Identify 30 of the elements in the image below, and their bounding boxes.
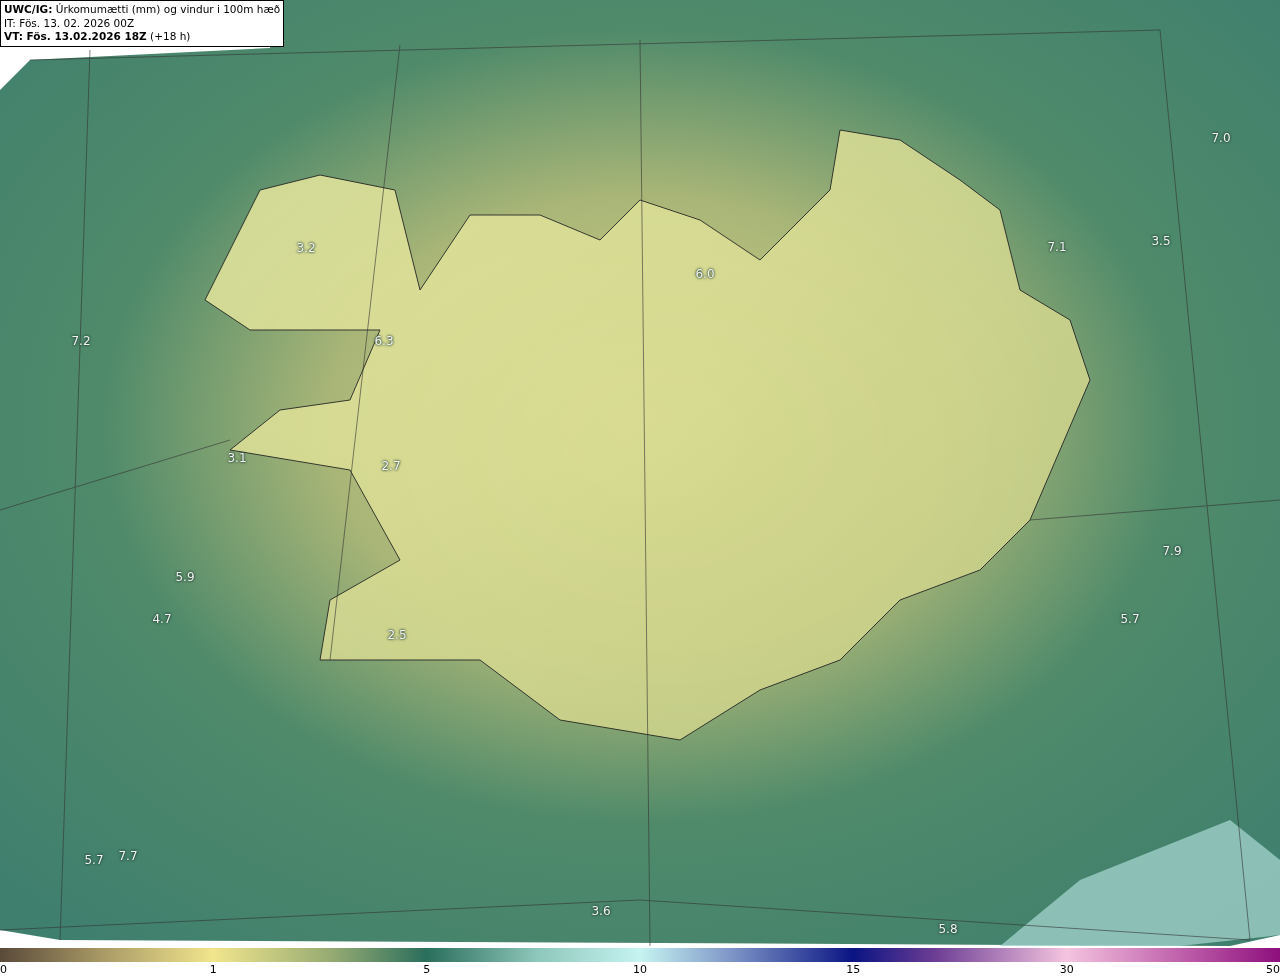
value-label: 7.0 (1211, 131, 1231, 145)
model-label: UWC/IG: (4, 3, 53, 15)
value-label: 7.9 (1162, 544, 1182, 558)
value-label: 5.7 (1120, 612, 1140, 626)
scale-tick-label: 30 (1059, 963, 1074, 976)
valid-time: VT: Fös. 13.02.2026 18Z (4, 30, 147, 42)
value-label: 3.5 (1151, 234, 1171, 248)
value-label: 7.1 (1047, 240, 1067, 254)
value-label: 5.8 (938, 922, 958, 936)
scale-tick-label: 50 (1266, 963, 1280, 976)
scale-tick-label: 1 (209, 963, 217, 976)
scale-tick-label: 5 (423, 963, 431, 976)
value-label: 3.6 (591, 904, 611, 918)
value-label: 5.7 (84, 853, 104, 867)
value-label: 2.7 (381, 459, 401, 473)
init-time: IT: Fös. 13. 02. 2026 00Z (4, 16, 135, 29)
value-label: 5.9 (175, 570, 195, 584)
value-label: 3.1 (227, 451, 247, 465)
scale-tick-label: 0 (0, 963, 7, 976)
value-label: 7.7 (118, 849, 138, 863)
scale-tick-label: 15 (846, 963, 861, 976)
value-label: 7.2 (71, 334, 91, 348)
scale-tick-label: 10 (633, 963, 647, 976)
map-title: Úrkomumætti (mm) og vindur i 100m hæð (55, 3, 281, 15)
lead-time: (+18 h) (150, 30, 191, 42)
value-label: 3.2 (296, 241, 316, 255)
value-label: 6.0 (695, 267, 715, 281)
value-label: 4.7 (152, 612, 172, 626)
value-label: 6.3 (374, 334, 394, 348)
value-label: 2.5 (387, 628, 407, 642)
